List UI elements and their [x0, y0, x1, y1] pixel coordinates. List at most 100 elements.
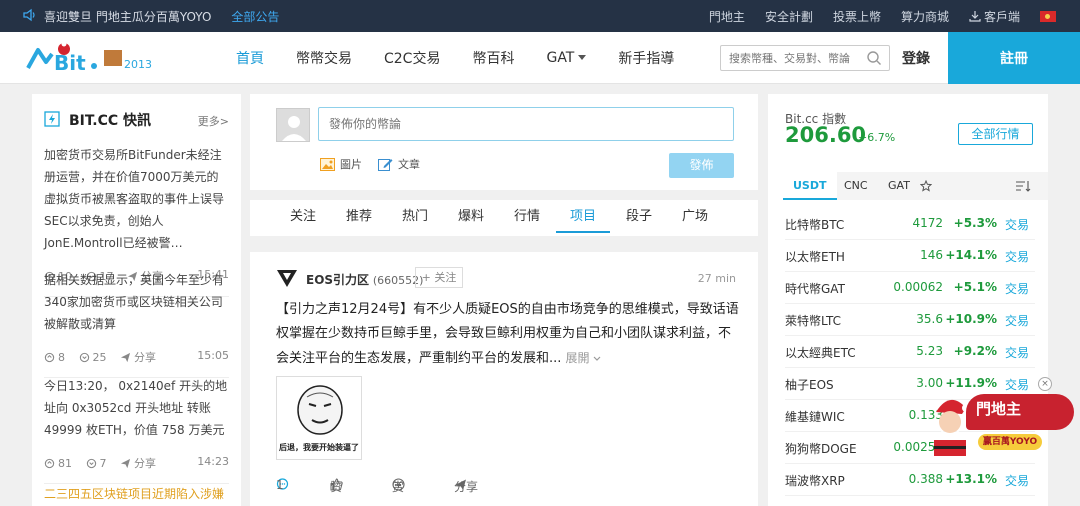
news-like[interactable]: 8 [44, 351, 65, 364]
greeting-link[interactable]: 喜迎雙旦 門地主瓜分百萬YOYO [44, 8, 211, 25]
trade-link[interactable]: 交易 [1005, 312, 1029, 329]
coin-change: +5.1% [953, 280, 997, 294]
expand-link[interactable]: 展開 [566, 351, 602, 365]
like-label: 赞 [330, 480, 343, 494]
nav-gat-dropdown[interactable]: GAT [530, 50, 602, 66]
news-item[interactable]: 二三四五区块链项目近期陷入涉嫌发 [44, 483, 229, 506]
trade-link[interactable]: 交易 [1005, 472, 1029, 489]
dislike-icon [79, 352, 89, 362]
tab-leaks[interactable]: 爆料 [446, 200, 496, 233]
nav-home[interactable]: 首頁 [220, 48, 280, 68]
post-time: 27 min [697, 272, 736, 285]
news-text[interactable]: 加密货币交易所BitFunder未经注册运营，并在价值7000万美元的虚拟货币被… [44, 144, 229, 254]
all-quotes-button[interactable]: 全部行情 [958, 123, 1033, 145]
chevron-down-icon [578, 55, 587, 60]
comment-button[interactable]: 1 [276, 478, 289, 492]
top-link-vote[interactable]: 投票上幣 [833, 8, 881, 25]
news-comment[interactable]: 7 [86, 457, 107, 470]
market-row[interactable]: 比特幣BTC 4172 +5.3% 交易 [785, 208, 1035, 240]
post-input[interactable] [318, 107, 734, 141]
star-icon[interactable] [919, 179, 933, 192]
sort-icon[interactable] [1015, 180, 1031, 192]
market-row[interactable]: 以太經典ETC 5.23 +9.2% 交易 [785, 336, 1035, 368]
market-row[interactable]: 瑞波幣XRP 0.388 +13.1% 交易 [785, 464, 1035, 496]
coin-price: 4172 [912, 216, 943, 230]
index-change: +6.7% [858, 131, 896, 144]
article-label: 文章 [398, 158, 420, 171]
site-logo[interactable]: Bit 2013 [24, 40, 176, 78]
market-tabs: USDT CNC GAT [783, 172, 1048, 200]
author-name[interactable]: EOS引力区 (660552) [306, 271, 423, 288]
publish-button[interactable]: 發佈 [669, 153, 734, 178]
login-button[interactable]: 登錄 [902, 48, 930, 68]
nav-guide[interactable]: 新手指導 [602, 48, 690, 68]
news-like-count: 8 [58, 350, 65, 364]
reward-button[interactable]: 赏 [392, 478, 405, 494]
tab-square[interactable]: 广场 [670, 200, 720, 233]
nav-c2c[interactable]: C2C交易 [368, 48, 456, 68]
news-more-link[interactable]: 更多> [198, 113, 229, 129]
tab-projects[interactable]: 项目 [556, 200, 610, 233]
tab-cnc[interactable]: CNC [844, 172, 868, 200]
tab-hot[interactable]: 热门 [390, 200, 440, 233]
news-time: 15:05 [197, 349, 229, 362]
language-flag-icon[interactable] [1040, 10, 1056, 22]
svg-text:Bit: Bit [54, 51, 86, 75]
top-link-security[interactable]: 安全計劃 [765, 8, 813, 25]
promo-float[interactable]: × 門地主 赢百萬YOYO [926, 377, 1076, 458]
news-share-label: 分享 [134, 457, 156, 470]
close-icon[interactable]: × [1038, 377, 1052, 391]
tab-gat[interactable]: GAT [888, 172, 910, 200]
market-row[interactable]: 以太幣ETH 146 +14.1% 交易 [785, 240, 1035, 272]
news-time: 14:23 [197, 455, 229, 468]
trade-link[interactable]: 交易 [1005, 248, 1029, 265]
market-row[interactable]: 萊特幣LTC 35.6 +10.9% 交易 [785, 304, 1035, 336]
trade-link[interactable]: 交易 [1005, 280, 1029, 297]
promo-subtitle: 赢百萬YOYO [978, 434, 1042, 450]
coin-price: 5.23 [916, 344, 943, 358]
share-button[interactable]: 分享 [454, 478, 478, 494]
download-icon [969, 11, 981, 22]
author-avatar-icon[interactable] [276, 268, 298, 288]
tab-follow[interactable]: 关注 [278, 200, 328, 233]
post-image[interactable]: 后退，我要开始装逼了 [276, 376, 362, 460]
coin-price: 0.00062 [893, 280, 943, 294]
post-content[interactable]: 【引力之声12月24号】有不少人质疑EOS的自由市场竞争的思维模式，导致话语权掌… [276, 298, 742, 371]
news-item[interactable]: 今日13:20， 0x2140ef 开头的地址向 0x3052cd 开头地址 转… [44, 375, 229, 484]
news-comment[interactable]: 25 [79, 351, 107, 364]
follow-button[interactable]: + 关注 [415, 267, 463, 288]
announcement-link[interactable]: 全部公告 [231, 8, 279, 25]
tab-recommend[interactable]: 推荐 [334, 200, 384, 233]
top-link-hashpower[interactable]: 算力商城 [901, 8, 949, 25]
client-label: 客戶端 [983, 9, 1020, 24]
news-like[interactable]: 81 [44, 457, 72, 470]
news-share[interactable]: 分享 [120, 455, 156, 471]
top-link-landlord[interactable]: 門地主 [709, 8, 745, 25]
search-input[interactable] [720, 45, 890, 71]
register-button[interactable]: 註冊 [948, 32, 1080, 84]
top-link-client[interactable]: 客戶端 [969, 8, 1020, 25]
tab-market[interactable]: 行情 [502, 200, 552, 233]
coin-name: 萊特幣LTC [785, 314, 842, 328]
add-article-button[interactable]: 文章 [378, 156, 420, 172]
nav-wiki[interactable]: 幣百科 [456, 48, 530, 68]
trade-link[interactable]: 交易 [1005, 216, 1029, 233]
news-text[interactable]: 据相关数据显示，英国今年至少有340家加密货币或区块链相关公司被解散或清算 [44, 269, 229, 335]
avatar[interactable] [276, 108, 310, 142]
like-button[interactable]: 赞 [330, 478, 343, 494]
news-text[interactable]: 今日13:20， 0x2140ef 开头的地址向 0x3052cd 开头地址 转… [44, 375, 229, 441]
news-meta: 81 7 分享 14:23 [44, 455, 229, 471]
trade-link[interactable]: 交易 [1005, 344, 1029, 361]
share-icon [120, 458, 131, 468]
tab-usdt[interactable]: USDT [783, 172, 837, 200]
search-icon[interactable] [866, 50, 882, 66]
nav-coin-trade[interactable]: 幣幣交易 [280, 48, 368, 68]
news-text[interactable]: 二三四五区块链项目近期陷入涉嫌发 [44, 483, 229, 506]
coin-name: 狗狗幣DOGE [785, 442, 857, 456]
add-image-button[interactable]: 圖片 [320, 156, 362, 172]
news-share[interactable]: 分享 [120, 349, 156, 365]
market-row[interactable]: 時代幣GAT 0.00062 +5.1% 交易 [785, 272, 1035, 304]
news-item[interactable]: 据相关数据显示，英国今年至少有340家加密货币或区块链相关公司被解散或清算 8 … [44, 269, 229, 378]
reward-label: 赏 [392, 480, 405, 494]
tab-jokes[interactable]: 段子 [614, 200, 664, 233]
